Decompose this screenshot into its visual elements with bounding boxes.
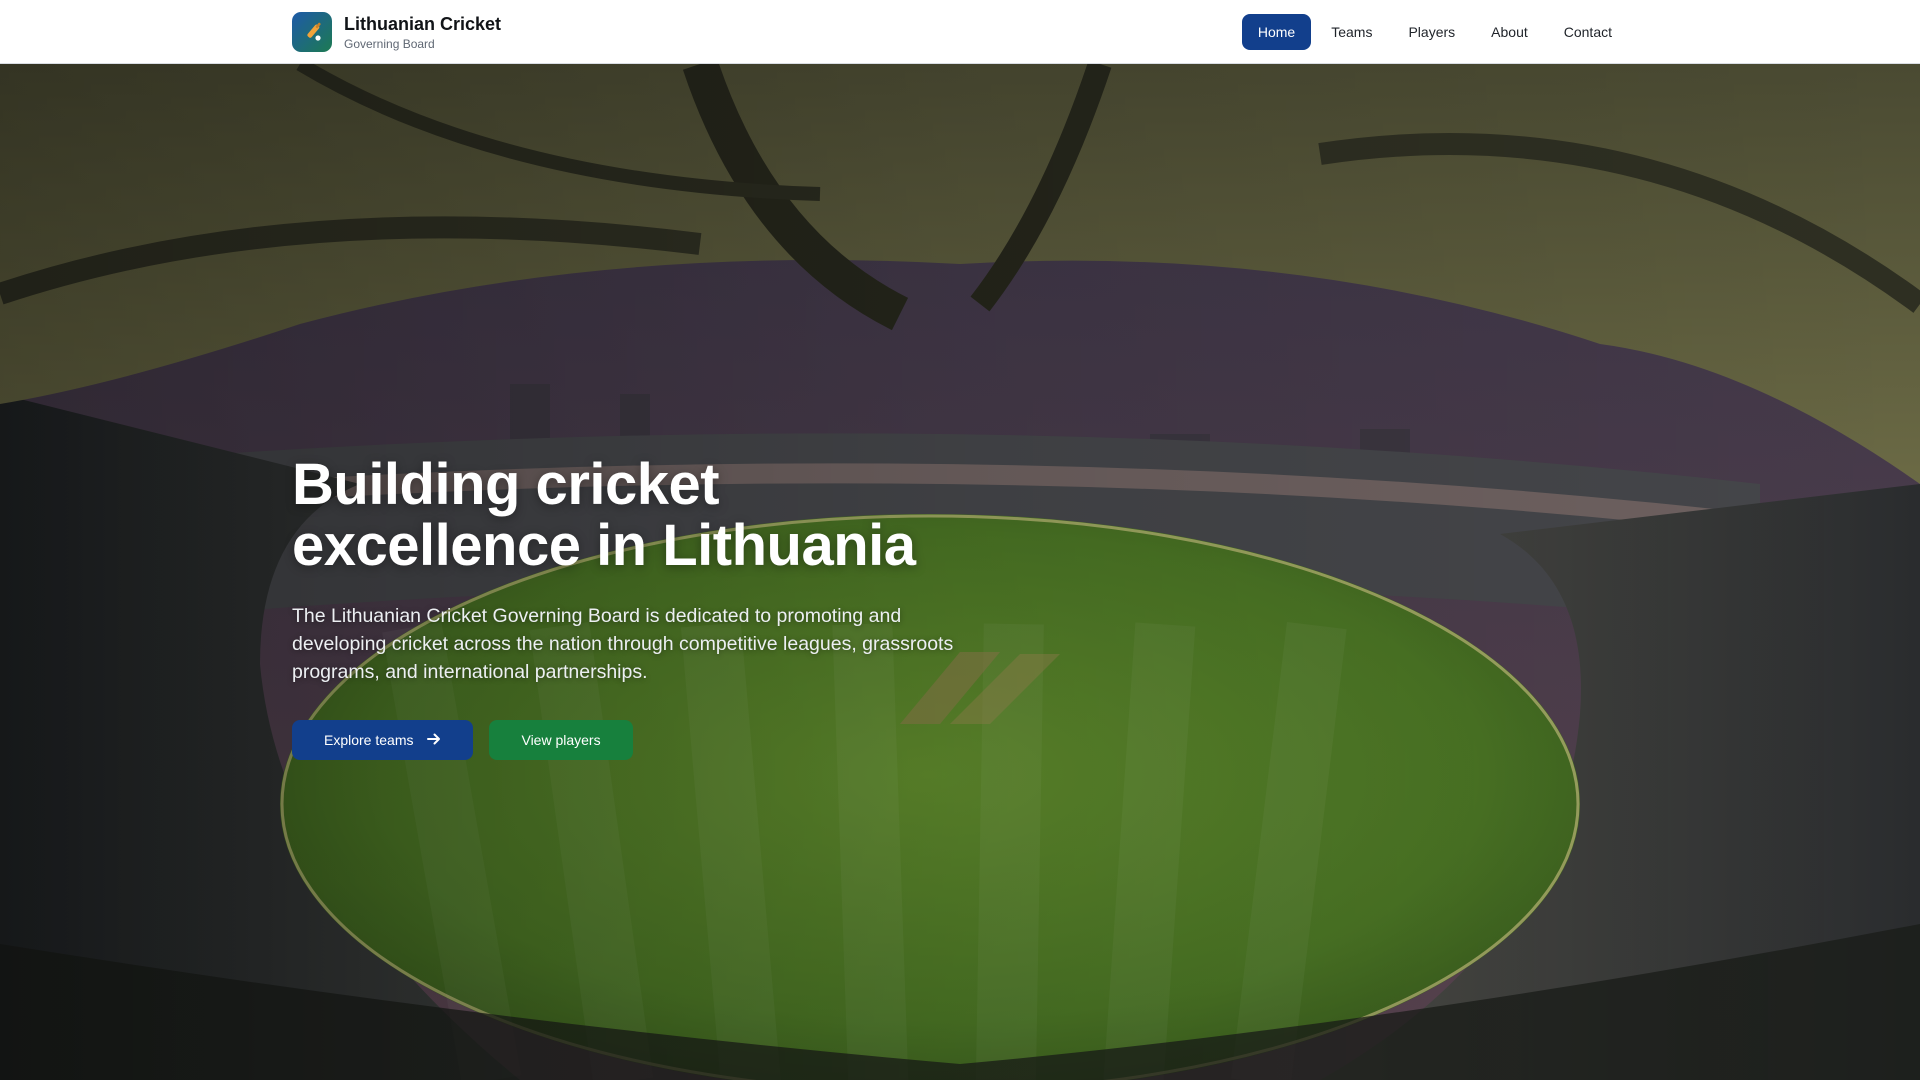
arrow-right-icon: [427, 732, 441, 749]
main-nav: Home Teams Players About Contact: [1241, 14, 1628, 50]
nav-players[interactable]: Players: [1392, 14, 1471, 50]
site-header: Lithuanian Cricket Governing Board Home …: [0, 0, 1920, 64]
brand-subtitle: Governing Board: [344, 36, 435, 51]
explore-teams-label: Explore teams: [324, 732, 414, 748]
brand-title: Lithuanian Cricket: [344, 13, 502, 34]
view-players-label: View players: [521, 732, 601, 748]
nav-about[interactable]: About: [1475, 14, 1544, 50]
nav-home[interactable]: Home: [1241, 14, 1312, 50]
nav-teams[interactable]: Teams: [1315, 14, 1388, 50]
explore-teams-button[interactable]: Explore teams: [292, 720, 474, 760]
hero-actions: Explore teams View players: [292, 720, 1012, 760]
cricket-bat-icon: [292, 12, 332, 52]
hero-title: Building cricket excellence in Lithuania: [292, 452, 916, 578]
view-players-button[interactable]: View players: [489, 720, 633, 760]
hero-content: Building cricket excellence in Lithuania…: [292, 454, 1012, 760]
hero-section: Building cricket excellence in Lithuania…: [0, 64, 1920, 1080]
nav-contact[interactable]: Contact: [1548, 14, 1628, 50]
brand[interactable]: Lithuanian Cricket Governing Board: [292, 12, 501, 52]
hero-description: The Lithuanian Cricket Governing Board i…: [292, 605, 954, 683]
